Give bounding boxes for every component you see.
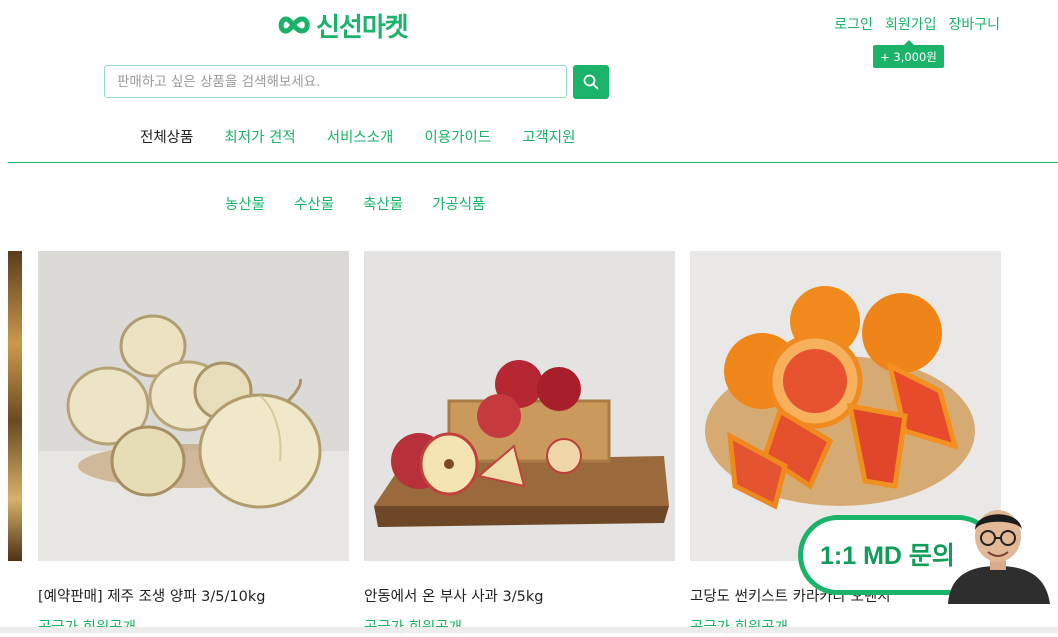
- category-livestock[interactable]: 축산물: [363, 193, 403, 214]
- cart-link[interactable]: 장바구니: [948, 14, 1000, 34]
- search-input[interactable]: [104, 65, 567, 98]
- category-nav: 농산물 수산물 축산물 가공식품: [225, 193, 485, 214]
- product-name[interactable]: [예약판매] 제주 조생 양파 3/5/10kg: [38, 585, 349, 606]
- search-icon: [583, 74, 599, 90]
- product-card[interactable]: 안동에서 온 부사 사과 3/5kg 공급가 회원공개: [364, 251, 675, 637]
- user-menu: 로그인 회원가입 장바구니: [834, 14, 1000, 34]
- md-inquiry-button[interactable]: 1:1 MD 문의: [798, 510, 1058, 604]
- horizontal-scrollbar[interactable]: [0, 627, 1058, 633]
- nav-customer-support[interactable]: 고객지원: [522, 126, 575, 147]
- category-agricultural[interactable]: 농산물: [225, 193, 265, 214]
- product-image-onions[interactable]: [38, 251, 349, 561]
- infinity-logo-icon: [278, 16, 310, 34]
- category-processed-food[interactable]: 가공식품: [432, 193, 485, 214]
- product-name[interactable]: 안동에서 온 부사 사과 3/5kg: [364, 585, 675, 606]
- product-card[interactable]: [예약판매] 제주 조생 양파 3/5/10kg 공급가 회원공개: [38, 251, 349, 637]
- nav-lowest-price-quote[interactable]: 최저가 견적: [224, 126, 295, 147]
- signup-bonus-badge: + 3,000원: [873, 40, 944, 68]
- login-link[interactable]: 로그인: [834, 14, 873, 34]
- nav-all-products[interactable]: 전체상품: [140, 126, 193, 147]
- brand-name: 신선마켓: [316, 12, 409, 43]
- md-inquiry-label: 1:1 MD 문의: [820, 542, 955, 570]
- nav-divider: [8, 162, 1058, 163]
- main-nav: 전체상품 최저가 견적 서비스소개 이용가이드 고객지원: [140, 126, 575, 147]
- signup-link[interactable]: 회원가입: [885, 14, 937, 34]
- brand-logo[interactable]: 신선마켓: [276, 8, 409, 43]
- nav-service-intro[interactable]: 서비스소개: [327, 126, 394, 147]
- product-image-apples[interactable]: [364, 251, 675, 561]
- previous-product-image-edge[interactable]: [8, 251, 22, 561]
- nav-usage-guide[interactable]: 이용가이드: [424, 126, 491, 147]
- category-seafood[interactable]: 수산물: [294, 193, 334, 214]
- search-button[interactable]: [573, 65, 609, 99]
- md-avatar: [948, 510, 1050, 604]
